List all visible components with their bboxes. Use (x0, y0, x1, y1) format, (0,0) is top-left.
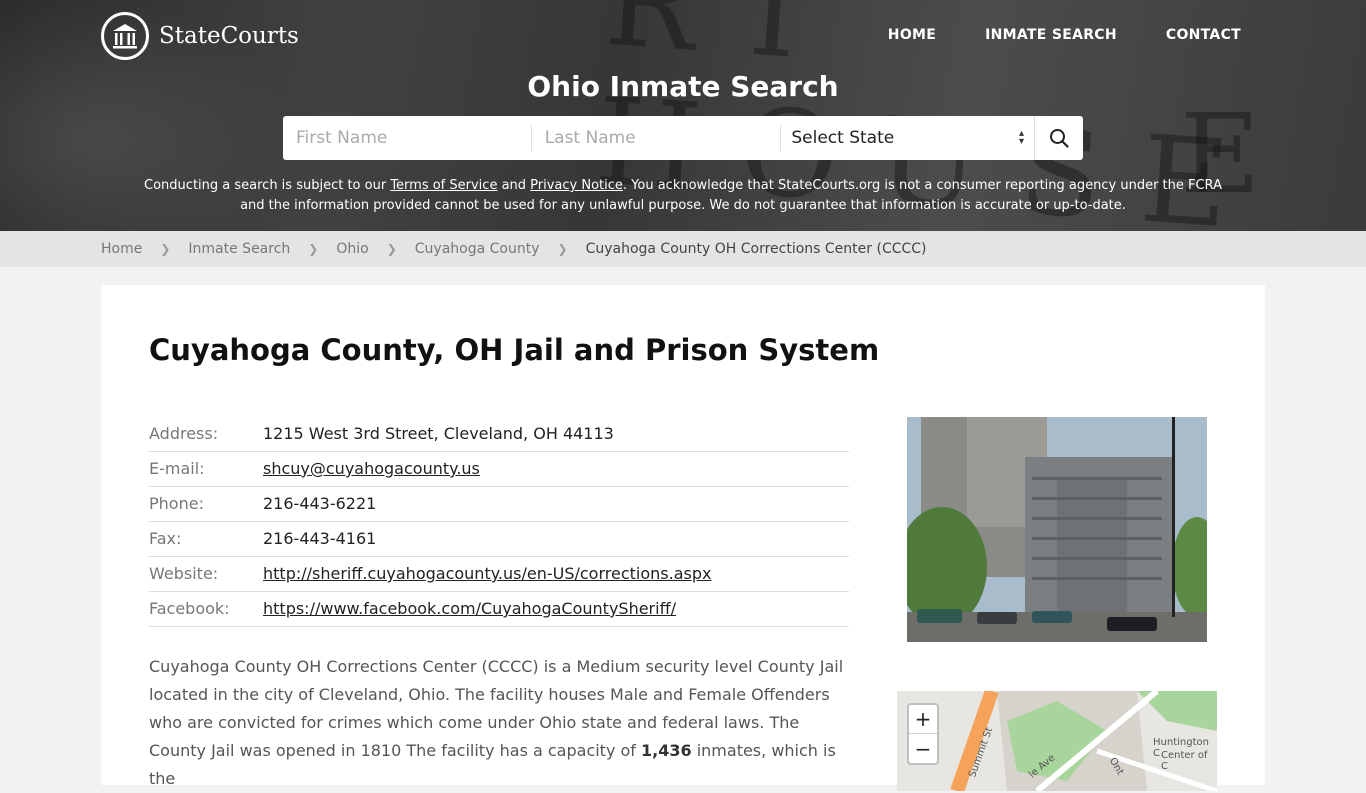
phone-value: 216-443-6221 (263, 486, 849, 522)
page-title: Cuyahoga County, OH Jail and Prison Syst… (149, 333, 880, 367)
capacity-value: 1,436 (641, 741, 692, 760)
fax-value: 216-443-4161 (263, 521, 849, 557)
breadcrumb-inmate-search[interactable]: Inmate Search (188, 241, 290, 257)
map-zoom-in-button[interactable]: + (909, 705, 937, 734)
chevron-right-icon: ❯ (557, 242, 568, 256)
search-disclaimer: Conducting a search is subject to our Te… (144, 178, 1222, 213)
map-zoom-control: + − (907, 703, 939, 765)
table-row: Fax: 216-443-4161 (149, 521, 849, 557)
location-map[interactable]: + − Summit St le Ave Ont Huntington C Ce… (897, 691, 1217, 791)
facility-photo (907, 417, 1207, 642)
privacy-notice-link[interactable]: Privacy Notice (530, 178, 623, 193)
select-arrows-icon: ▴ ▾ (1019, 128, 1025, 147)
chevron-right-icon: ❯ (386, 242, 397, 256)
courthouse-icon (101, 12, 149, 60)
facebook-link[interactable]: https://www.facebook.com/CuyahogaCountyS… (263, 599, 676, 618)
chevron-right-icon: ❯ (160, 242, 171, 256)
facility-description: Cuyahoga County OH Corrections Center (C… (149, 657, 844, 788)
facility-card: Cuyahoga County, OH Jail and Prison Syst… (101, 285, 1265, 791)
website-label: Website: (149, 556, 263, 592)
table-row: E-mail: shcuy@cuyahogacounty.us (149, 451, 849, 487)
email-link[interactable]: shcuy@cuyahogacounty.us (263, 459, 480, 478)
table-row: Phone: 216-443-6221 (149, 486, 849, 522)
facebook-label: Facebook: (149, 591, 263, 627)
website-link[interactable]: http://sheriff.cuyahogacounty.us/en-US/c… (263, 564, 711, 583)
nav-home[interactable]: HOME (888, 27, 936, 43)
address-value: 1215 West 3rd Street, Cleveland, OH 4411… (263, 416, 849, 452)
terms-of-service-link[interactable]: Terms of Service (390, 178, 497, 193)
state-select[interactable]: Select State ▴ ▾ (781, 116, 1034, 160)
logo-text: StateCourts (159, 23, 299, 49)
search-icon (1050, 129, 1069, 148)
last-name-input[interactable] (531, 116, 781, 160)
site-logo[interactable]: StateCourts (101, 12, 299, 60)
state-select-value: Select State (791, 128, 895, 148)
email-label: E-mail: (149, 451, 263, 487)
breadcrumb: Home ❯ Inmate Search ❯ Ohio ❯ Cuyahoga C… (0, 231, 1366, 267)
hero-banner: RT HOUSE E StateCourts HOME INMATE SEARC… (0, 0, 1366, 231)
map-place-label: Center of C (1161, 750, 1208, 772)
search-button[interactable] (1034, 116, 1083, 160)
breadcrumb-current: Cuyahoga County OH Corrections Center (C… (585, 241, 927, 257)
table-row: Website: http://sheriff.cuyahogacounty.u… (149, 556, 849, 592)
breadcrumb-ohio[interactable]: Ohio (336, 241, 368, 257)
fax-label: Fax: (149, 521, 263, 557)
map-zoom-out-button[interactable]: − (909, 734, 937, 763)
nav-contact[interactable]: CONTACT (1166, 27, 1241, 43)
chevron-right-icon: ❯ (308, 242, 319, 256)
nav-inmate-search[interactable]: INMATE SEARCH (985, 27, 1117, 43)
table-row: Address: 1215 West 3rd Street, Cleveland… (149, 416, 849, 452)
inmate-search-form: Select State ▴▾ (283, 116, 1083, 160)
main-nav: HOME INMATE SEARCH CONTACT (888, 27, 1241, 43)
table-row: Facebook: https://www.facebook.com/Cuyah… (149, 591, 849, 627)
first-name-input[interactable] (283, 116, 531, 160)
page-hero-title: Ohio Inmate Search (527, 70, 839, 103)
phone-label: Phone: (149, 486, 263, 522)
breadcrumb-home[interactable]: Home (101, 241, 142, 257)
breadcrumb-cuyahoga-county[interactable]: Cuyahoga County (415, 241, 540, 257)
facility-info-table: Address: 1215 West 3rd Street, Cleveland… (149, 416, 849, 627)
address-label: Address: (149, 416, 263, 452)
